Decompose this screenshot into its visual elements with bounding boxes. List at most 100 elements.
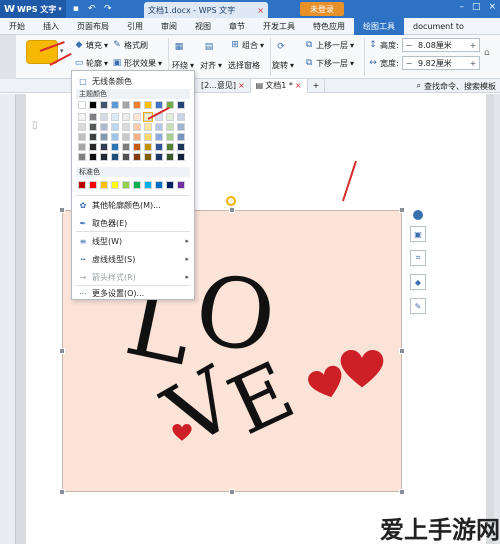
theme-color-swatch[interactable] bbox=[89, 101, 97, 109]
menu-document-tools[interactable]: document to bbox=[404, 18, 473, 35]
redo-icon[interactable]: ↷ bbox=[102, 3, 114, 15]
fill-button[interactable]: ◆ 填充 ▾ bbox=[74, 38, 108, 52]
menu-review[interactable]: 审阅 bbox=[152, 18, 186, 35]
theme-color-swatch[interactable] bbox=[166, 113, 174, 121]
theme-color-swatch[interactable] bbox=[111, 101, 119, 109]
height-field[interactable]: − 8.08厘米 + bbox=[402, 38, 480, 52]
fill-tool-icon[interactable]: ◆ bbox=[410, 274, 426, 290]
theme-color-swatch[interactable] bbox=[166, 143, 174, 151]
standard-color-swatch[interactable] bbox=[78, 181, 86, 189]
close-window-icon[interactable]: × bbox=[488, 2, 496, 12]
outline-button[interactable]: ▭ 轮廓 ▾ bbox=[74, 56, 108, 70]
chevron-down-icon[interactable]: ▾ bbox=[60, 47, 64, 55]
width-field[interactable]: − 9.82厘米 + bbox=[402, 56, 480, 70]
lock-aspect-icon[interactable]: ⌂ bbox=[484, 48, 490, 58]
theme-color-swatch[interactable] bbox=[122, 153, 130, 161]
theme-color-swatch[interactable] bbox=[155, 123, 163, 131]
theme-color-swatch[interactable] bbox=[89, 113, 97, 121]
theme-color-swatch[interactable] bbox=[155, 133, 163, 141]
theme-color-swatch[interactable] bbox=[155, 101, 163, 109]
theme-color-swatch[interactable] bbox=[78, 113, 86, 121]
theme-color-swatch[interactable] bbox=[78, 143, 86, 151]
standard-color-swatch[interactable] bbox=[89, 181, 97, 189]
theme-color-swatch[interactable] bbox=[144, 153, 152, 161]
line-style-item[interactable]: ≡ 线型(W) ▸ bbox=[72, 233, 194, 249]
tab-doc1[interactable]: ▤ 文档1 * × bbox=[250, 78, 308, 93]
theme-color-swatch[interactable] bbox=[133, 101, 141, 109]
width-value[interactable]: 9.82厘米 bbox=[415, 58, 467, 69]
theme-color-swatch[interactable] bbox=[177, 153, 185, 161]
theme-color-swatch[interactable] bbox=[100, 101, 108, 109]
crop-icon[interactable]: ⌗ bbox=[410, 250, 426, 266]
document-title-tab[interactable]: 文档1.docx - WPS 文字 × bbox=[144, 2, 268, 18]
standard-color-swatch[interactable] bbox=[133, 181, 141, 189]
theme-color-swatch[interactable] bbox=[89, 123, 97, 131]
theme-color-swatch[interactable] bbox=[111, 153, 119, 161]
theme-color-swatch[interactable] bbox=[133, 113, 141, 121]
standard-color-swatch[interactable] bbox=[111, 181, 119, 189]
menu-insert[interactable]: 插入 bbox=[34, 18, 68, 35]
undo-icon[interactable]: ↶ bbox=[86, 3, 98, 15]
shape-style-button[interactable] bbox=[26, 40, 58, 64]
theme-color-swatch[interactable] bbox=[122, 101, 130, 109]
tab-review-doc[interactable]: [2...意见] × bbox=[196, 78, 251, 93]
rotate-icon-button[interactable]: ⟳ bbox=[276, 40, 286, 54]
menu-developer[interactable]: 开发工具 bbox=[254, 18, 304, 35]
menu-features[interactable]: 特色应用 bbox=[304, 18, 354, 35]
standard-color-swatch[interactable] bbox=[122, 181, 130, 189]
resize-handle[interactable] bbox=[59, 489, 65, 495]
new-tab-button[interactable]: + bbox=[308, 78, 326, 93]
align-button[interactable]: 对齐 ▾ bbox=[200, 58, 222, 72]
resize-handle[interactable] bbox=[399, 207, 405, 213]
more-outline-colors-item[interactable]: ✿ 其他轮廓颜色(M)... bbox=[72, 197, 194, 213]
shape-effects-button[interactable]: ▣ 形状效果 ▾ bbox=[112, 56, 162, 70]
save-icon[interactable]: ▪ bbox=[70, 3, 82, 15]
theme-color-swatch[interactable] bbox=[133, 143, 141, 151]
theme-color-swatch[interactable] bbox=[78, 101, 86, 109]
dash-style-item[interactable]: ┅ 虚线线型(S) ▸ bbox=[72, 251, 194, 267]
menu-home[interactable]: 开始 bbox=[0, 18, 34, 35]
theme-color-swatch[interactable] bbox=[177, 113, 185, 121]
close-icon[interactable]: × bbox=[295, 81, 302, 90]
plus-icon[interactable]: + bbox=[467, 59, 479, 68]
theme-color-swatch[interactable] bbox=[166, 133, 174, 141]
theme-color-swatch[interactable] bbox=[166, 153, 174, 161]
theme-color-swatch[interactable] bbox=[133, 123, 141, 131]
menu-page-layout[interactable]: 页面布局 bbox=[68, 18, 118, 35]
login-button[interactable]: 未登录 bbox=[300, 2, 344, 16]
close-icon[interactable]: × bbox=[238, 81, 245, 90]
image-layout-icon[interactable]: ▣ bbox=[410, 226, 426, 242]
standard-color-swatch[interactable] bbox=[166, 181, 174, 189]
theme-color-swatch[interactable] bbox=[166, 123, 174, 131]
theme-color-swatch[interactable] bbox=[78, 123, 86, 131]
theme-color-swatch[interactable] bbox=[155, 143, 163, 151]
standard-color-swatch[interactable] bbox=[100, 181, 108, 189]
theme-color-swatch[interactable] bbox=[111, 133, 119, 141]
theme-color-swatch[interactable] bbox=[111, 143, 119, 151]
menu-view[interactable]: 视图 bbox=[186, 18, 220, 35]
no-outline-item[interactable]: □ 无线条颜色 bbox=[72, 73, 194, 89]
theme-color-swatch[interactable] bbox=[89, 153, 97, 161]
format-painter-button[interactable]: ✎ 格式刷 bbox=[112, 38, 148, 52]
command-search[interactable]: ⌕ 查找命令、搜索模板 bbox=[417, 79, 496, 93]
theme-color-swatch[interactable] bbox=[122, 123, 130, 131]
outline-tool-icon[interactable]: ✎ bbox=[410, 298, 426, 314]
menu-references[interactable]: 引用 bbox=[118, 18, 152, 35]
theme-color-swatch[interactable] bbox=[144, 133, 152, 141]
resize-handle[interactable] bbox=[59, 207, 65, 213]
send-backward-button[interactable]: ⧉ 下移一层 ▾ bbox=[304, 56, 354, 70]
theme-color-swatch[interactable] bbox=[133, 153, 141, 161]
theme-color-swatch[interactable] bbox=[89, 143, 97, 151]
menu-chapter[interactable]: 章节 bbox=[220, 18, 254, 35]
align-icon-button[interactable]: ▤ bbox=[204, 40, 214, 54]
height-value[interactable]: 8.08厘米 bbox=[415, 40, 467, 51]
theme-color-swatch[interactable] bbox=[177, 133, 185, 141]
standard-color-swatch[interactable] bbox=[155, 181, 163, 189]
theme-color-swatch[interactable] bbox=[111, 113, 119, 121]
theme-color-swatch[interactable] bbox=[122, 113, 130, 121]
theme-color-swatch[interactable] bbox=[133, 133, 141, 141]
resize-handle[interactable] bbox=[399, 348, 405, 354]
standard-color-swatch[interactable] bbox=[177, 181, 185, 189]
theme-color-swatch[interactable] bbox=[100, 133, 108, 141]
theme-color-swatch[interactable] bbox=[177, 123, 185, 131]
